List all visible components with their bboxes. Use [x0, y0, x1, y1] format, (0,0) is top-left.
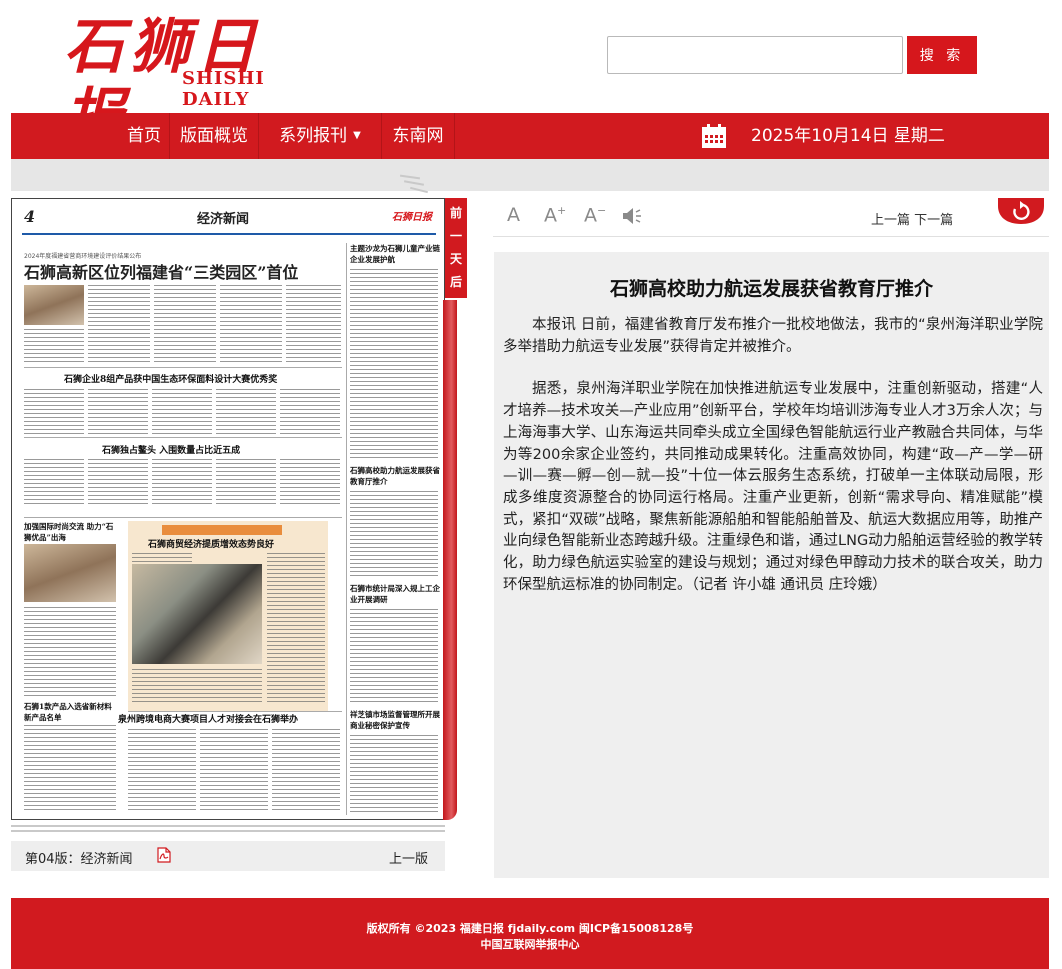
- paper-text-block: [88, 389, 148, 435]
- paper-side-headline[interactable]: 石狮高校助力航运发展获省教育厅推介: [350, 465, 440, 487]
- paper-text-block: [350, 735, 438, 813]
- paper-text-block: [350, 609, 438, 705]
- nav-southeast-net[interactable]: 东南网: [382, 113, 454, 159]
- paper-text-block: [200, 729, 268, 813]
- day-navigation-tab[interactable]: 前一天 后一天: [445, 198, 467, 335]
- paper-text-block: [350, 491, 438, 579]
- paper-text-block: [88, 459, 148, 507]
- nav-home[interactable]: 首页: [119, 113, 169, 159]
- site-logo[interactable]: 石狮日报 SHISHI DAILY: [64, 12, 324, 152]
- paper-headline-4[interactable]: 石狮商贸经济提质增效态势良好: [148, 537, 274, 550]
- paper-text-block: [24, 607, 116, 697]
- main-nav: 首页 版面概览 系列报刊 ▼ 东南网 2025年10月14日 星期二: [11, 113, 1049, 159]
- toolbar-band: [11, 159, 1049, 191]
- font-increase-button[interactable]: A+: [544, 204, 566, 226]
- nav-series-label: 系列报刊: [279, 126, 348, 146]
- paper-rule: [24, 367, 342, 368]
- current-date: 2025年10月14日 星期二: [751, 126, 945, 146]
- plus-icon: +: [557, 204, 567, 217]
- paper-lead-headline[interactable]: 石狮高新区位列福建省“三类园区”首位: [24, 259, 298, 283]
- page-curl-decoration: [443, 300, 457, 820]
- font-normal-label: A: [507, 204, 520, 226]
- back-icon[interactable]: [998, 198, 1044, 224]
- article-paragraph: 据悉，泉州海洋职业学院在加快推进航运专业发展中，注重创新驱动，搭建“人才培养—技…: [503, 381, 1043, 593]
- paper-side-headline[interactable]: 加强国际时尚交流 助力“石狮优品”出海: [24, 521, 119, 543]
- paper-headline-5[interactable]: 泉州跨境电商大赛项目人才对接会在石狮举办: [118, 712, 298, 725]
- minus-icon: −: [597, 204, 607, 217]
- paper-photo-store: [132, 564, 262, 664]
- paper-text-block: [216, 459, 276, 507]
- paper-text-block: [132, 669, 262, 705]
- pdf-icon[interactable]: [157, 847, 171, 863]
- toolbar-divider: [493, 236, 1049, 237]
- search-button[interactable]: 搜 索: [907, 36, 977, 74]
- paper-header: 4 经济新闻 石狮日报: [12, 199, 444, 235]
- paper-headline-3[interactable]: 石狮独占鳌头 入围数量占比近五成: [102, 443, 240, 456]
- prev-next-article-links[interactable]: 上一篇 下一篇: [871, 209, 953, 228]
- article-body: 本报讯 日前，福建省教育厅发布推介一批校地做法，我市的“泉州海洋职业学院多举措助…: [503, 315, 1043, 617]
- paper-side-headline[interactable]: 主题沙龙为石狮儿童产业链企业发展护航: [350, 243, 440, 265]
- paper-text-block: [216, 389, 276, 435]
- paper-text-block: [128, 729, 196, 813]
- paper-text-block: [286, 285, 341, 365]
- calendar-icon[interactable]: [701, 123, 727, 149]
- paper-text-block: [280, 389, 340, 435]
- paper-column-rule: [346, 243, 347, 815]
- paper-stack-edge: [11, 825, 445, 827]
- paper-headline-2[interactable]: 石狮企业8组产品获中国生态环保面料设计大赛优秀奖: [64, 372, 277, 385]
- paper-text-block: [24, 329, 84, 365]
- paper-masthead: 石狮日报: [392, 212, 432, 223]
- paper-photo-fashion: [24, 544, 116, 602]
- search-input[interactable]: [607, 36, 903, 74]
- newspaper-page-thumbnail[interactable]: 4 经济新闻 石狮日报 2024年度福建省营商环境建设评价结果公布 石狮高新区位…: [11, 198, 445, 820]
- article-panel: 石狮高校助力航运发展获省教育厅推介 本报讯 日前，福建省教育厅发布推介一批校地做…: [494, 252, 1049, 878]
- previous-page-link[interactable]: 上一版: [389, 848, 428, 867]
- report-center-link[interactable]: 中国互联网举报中心: [11, 936, 1049, 952]
- nav-divider: [454, 113, 455, 159]
- logo-english: SHISHI DAILY: [182, 68, 265, 110]
- paper-text-block: [24, 459, 84, 507]
- paper-text-block: [154, 285, 216, 365]
- paper-text-block: [24, 389, 84, 435]
- paper-stack-edge: [11, 830, 445, 832]
- article-title: 石狮高校助力航运发展获省教育厅推介: [609, 278, 933, 300]
- paper-side-headline[interactable]: 石狮1款产品入选省新材料新产品名单: [24, 701, 119, 723]
- nav-series-dropdown[interactable]: 系列报刊 ▼: [259, 113, 381, 159]
- article-paragraph: 本报讯 日前，福建省教育厅发布推介一批校地做法，我市的“泉州海洋职业学院多举措助…: [503, 317, 1043, 355]
- paper-text-block: [152, 459, 212, 507]
- font-decrease-button[interactable]: A−: [584, 204, 606, 226]
- paper-header-rule: [22, 233, 436, 235]
- page-footer-bar: 第04版：经济新闻 上一版: [11, 841, 445, 871]
- page: 石狮日报 SHISHI DAILY 搜 索 首页 版面概览 系列报刊 ▼ 东南网 …: [0, 0, 1062, 969]
- site-footer: 版权所有 ©2023 福建日报 fjdaily.com 闽ICP备1500812…: [11, 898, 1049, 969]
- page-section-label[interactable]: 第04版：经济新闻: [25, 848, 133, 867]
- paper-text-block: [280, 459, 340, 507]
- paper-rule: [24, 517, 342, 518]
- paper-text-block: [88, 285, 150, 365]
- font-larger-label: A: [544, 204, 557, 227]
- caret-down-icon: ▼: [353, 130, 361, 141]
- paper-small-image: [24, 285, 84, 325]
- paper-text-block: [24, 725, 116, 813]
- paper-section-title: 经济新闻: [197, 212, 250, 227]
- paper-side-headline[interactable]: 石狮市统计局深入规上工企业开展调研: [350, 583, 440, 605]
- paper-text-block: [267, 553, 325, 703]
- paper-rule: [24, 437, 342, 438]
- nav-layout-overview[interactable]: 版面概览: [170, 113, 258, 159]
- font-normal-button[interactable]: A: [507, 204, 520, 226]
- paper-text-block: [152, 389, 212, 435]
- speaker-icon[interactable]: [621, 206, 643, 226]
- copyright-text: 版权所有 ©2023 福建日报 fjdaily.com 闽ICP备1500812…: [366, 922, 694, 935]
- paper-side-headline[interactable]: 祥芝镇市场监督管理所开展商业秘密保护宣传: [350, 709, 440, 731]
- paper-text-block: [272, 729, 340, 813]
- paper-page-number: 4: [24, 207, 36, 226]
- paper-text-block: [220, 285, 282, 365]
- paper-text-block: [350, 269, 438, 459]
- paper-feature-label: [162, 525, 282, 535]
- font-smaller-label: A: [584, 204, 597, 227]
